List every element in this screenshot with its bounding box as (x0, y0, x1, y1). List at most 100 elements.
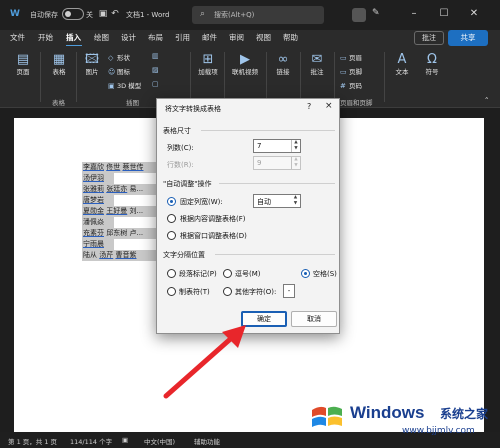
tab-design[interactable]: 设计 (121, 32, 136, 43)
tab-layout[interactable]: 布局 (148, 32, 163, 43)
tab-home[interactable]: 开始 (38, 32, 53, 43)
fixed-width-radio[interactable] (167, 197, 176, 206)
fixed-width-select[interactable]: 自动 ▲ ▼ (253, 194, 301, 208)
sep-paragraph-radio[interactable] (167, 269, 176, 278)
columns-stepper[interactable]: 7 ▲ ▼ (253, 139, 301, 153)
accessibility-status[interactable]: 辅助功能 (194, 436, 220, 446)
text-cell: 刘... (129, 207, 144, 215)
sep-space-radio[interactable] (301, 269, 310, 278)
tab-file[interactable]: 文件 (10, 32, 25, 43)
separator (76, 52, 77, 102)
avatar[interactable] (352, 8, 366, 22)
online-video-label: 联机视频 (232, 68, 258, 76)
pen-icon[interactable]: ✎ (372, 8, 380, 18)
search-box[interactable]: ⌕ 搜索(Alt+Q) (192, 6, 324, 24)
sep-other-label: 其他字符(O): (235, 288, 277, 296)
icons-button[interactable]: ☺ 图标 (108, 66, 130, 76)
sep-comma-radio[interactable] (223, 269, 232, 278)
autofit-window-radio[interactable] (167, 231, 176, 240)
other-char-input[interactable]: - (283, 284, 295, 298)
text-line[interactable]: 充素芬 邱东树 卢... (82, 228, 158, 239)
language[interactable]: 中文(中国) (144, 436, 175, 446)
picture-label: 图片 (85, 68, 99, 76)
text-line[interactable]: 夏勋金 王好曼 刘... (82, 206, 158, 217)
page-number-button[interactable]: # 页码 (340, 80, 362, 90)
rows-value: 9 (257, 159, 262, 167)
icons-label: 图标 (117, 68, 130, 76)
table-size-label: 表格尺寸 (163, 127, 191, 135)
save-icon[interactable]: ▣ (98, 9, 108, 19)
online-video-button[interactable]: ▶ 联机视频 (228, 52, 262, 77)
text-line[interactable]: 宁雨晨 (82, 239, 114, 250)
autofit-label: "自动调整"操作 (163, 180, 212, 188)
addins-label: 加载项 (198, 68, 218, 76)
minimize-icon[interactable]: – (406, 5, 422, 23)
text-button[interactable]: A 文本 (390, 52, 414, 77)
3d-model-button[interactable]: ▣ 3D 模型 (108, 80, 141, 90)
cancel-button[interactable]: 取消 (291, 311, 337, 327)
collapse-ribbon-icon[interactable]: ⌃ (484, 96, 489, 104)
text-line[interactable]: 张雅莉 张廷亦 易... (82, 184, 158, 195)
tab-help[interactable]: 帮助 (283, 32, 298, 43)
table-button[interactable]: ▦ 表格 (46, 52, 72, 77)
comment-button[interactable]: 批注 (414, 31, 444, 45)
symbol-button[interactable]: Ω 符号 (420, 52, 444, 77)
tab-mailings[interactable]: 邮件 (202, 32, 217, 43)
autosave-state: 关 (86, 11, 93, 19)
text-line[interactable]: 陆从 汤芹 曹音紫 (82, 250, 158, 261)
smartart-button[interactable]: ▥ (152, 52, 161, 60)
text-line[interactable]: 潘佩焱 (82, 217, 114, 228)
tab-view[interactable]: 视图 (256, 32, 271, 43)
tab-draw[interactable]: 绘图 (94, 32, 109, 43)
tab-review[interactable]: 审阅 (229, 32, 244, 43)
word-count[interactable]: 114/114 个字 (70, 436, 112, 446)
close-icon[interactable]: ✕ (466, 5, 482, 23)
picture-button[interactable]: 🖾 图片 (80, 52, 104, 77)
sep-tab-radio[interactable] (167, 287, 176, 296)
chart-button[interactable]: ▨ (152, 66, 161, 74)
text-line[interactable]: 李嘉欣 佟世 蔡世传 (82, 162, 158, 173)
text-line[interactable]: 唐梦岩 (82, 195, 114, 206)
section-divider (215, 254, 335, 255)
separator-label: 文字分隔位置 (163, 251, 205, 259)
footer-label: 页脚 (349, 68, 362, 76)
tab-references[interactable]: 引用 (175, 32, 190, 43)
autosave-toggle[interactable] (62, 8, 84, 20)
spin-arrows-icon[interactable]: ▲ ▼ (291, 140, 300, 152)
smartart-icon: ▥ (152, 52, 159, 60)
footer-button[interactable]: ▭ 页脚 (340, 66, 362, 76)
screenshot-button[interactable]: ▢ (152, 80, 161, 88)
page-count[interactable]: 第 1 页，共 1 页 (8, 436, 57, 446)
link-icon: ∞ (277, 52, 289, 67)
section-divider (201, 130, 335, 131)
3d-model-label: 3D 模型 (117, 82, 142, 90)
help-icon[interactable]: ? (307, 102, 311, 111)
watermark-brand: Windows (350, 403, 425, 422)
text-label: 文本 (395, 68, 409, 76)
ok-button[interactable]: 确定 (241, 311, 287, 327)
shapes-button[interactable]: ◇ 形状 (108, 52, 130, 62)
comment-ribbon-button[interactable]: ✉ 批注 (304, 52, 330, 77)
maximize-icon[interactable]: ☐ (436, 5, 452, 23)
sep-other-radio[interactable] (223, 287, 232, 296)
undo-icon[interactable]: ↶ (110, 9, 120, 19)
tab-insert[interactable]: 插入 (66, 32, 81, 43)
link-label: 链接 (276, 68, 290, 76)
spin-arrows-icon[interactable]: ▲ ▼ (291, 195, 300, 207)
text-cell: 张雅莉 (83, 185, 104, 193)
proofing-icon[interactable]: ▣ (122, 436, 128, 444)
convert-text-to-table-dialog: 将文字转换成表格 ? × 表格尺寸 列数(C): 7 ▲ ▼ 行数(R): 9 ▲… (156, 98, 340, 334)
link-button[interactable]: ∞ 链接 (270, 52, 296, 77)
autofit-content-radio[interactable] (167, 214, 176, 223)
footer-icon: ▭ (340, 68, 347, 76)
text-line[interactable]: 汤伊羽 (82, 173, 114, 184)
addins-button[interactable]: ⊞ 加载项 (196, 52, 220, 77)
share-button[interactable]: 共享 (448, 30, 488, 46)
comment-ribbon-label: 批注 (310, 68, 324, 76)
close-icon[interactable]: × (325, 101, 333, 111)
fixed-width-value: 自动 (257, 198, 271, 206)
pages-button[interactable]: ▤ 页面 (10, 52, 36, 77)
header-button[interactable]: ▭ 页眉 (340, 52, 362, 62)
group-label-illustrations: 插图 (126, 99, 139, 107)
rows-stepper: 9 ▲ ▼ (253, 156, 301, 170)
